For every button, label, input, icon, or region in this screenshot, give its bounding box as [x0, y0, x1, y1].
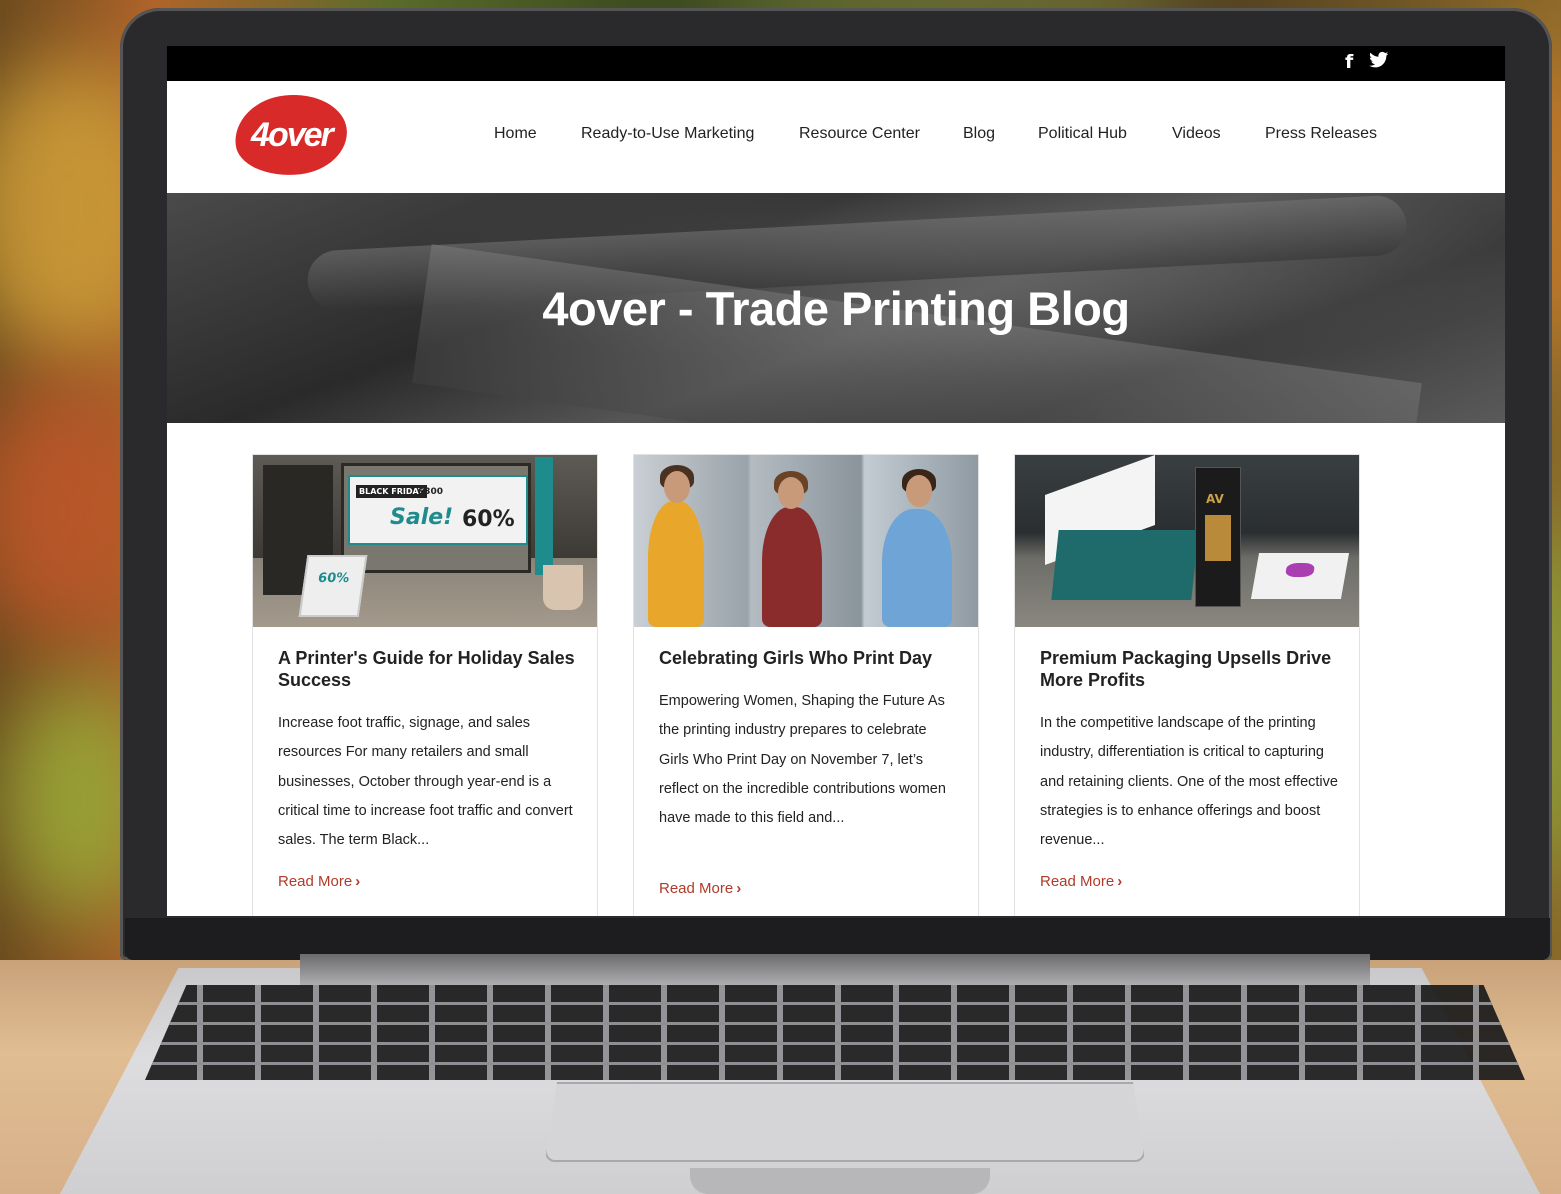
twitter-icon[interactable] [1369, 51, 1389, 74]
banner-sale-text: Sale! [390, 505, 454, 530]
blog-card: AV Premium Packaging Upsells Drive More … [1014, 454, 1360, 916]
post-title[interactable]: A Printer's Guide for Holiday Sales Succ… [278, 647, 578, 691]
main-nav: Home Ready-to-Use Marketing Resource Cen… [167, 125, 1505, 149]
nav-item-videos[interactable]: Videos [1172, 125, 1221, 143]
chevron-right-icon: › [355, 873, 361, 890]
read-more-link[interactable]: Read More › [659, 880, 741, 897]
nav-item-ready-to-use-marketing[interactable]: Ready-to-Use Marketing [581, 125, 754, 143]
nav-item-home[interactable]: Home [494, 125, 537, 143]
hero-banner: 4over - Trade Printing Blog [167, 193, 1505, 423]
bottle-gold-label [1205, 515, 1231, 561]
nav-item-blog[interactable]: Blog [963, 125, 995, 143]
plant-pot [543, 565, 583, 610]
a-frame-percent-text: 60% [317, 571, 351, 586]
person-figure [882, 509, 952, 627]
a-frame-sign: 60% [298, 555, 368, 617]
laptop-hinge [300, 954, 1370, 988]
laptop-screen: f 4over Home Ready-to-Use Marketing Reso… [167, 46, 1505, 916]
person-head [906, 475, 932, 507]
blog-card: Celebrating Girls Who Print Day Empoweri… [633, 454, 979, 916]
nav-item-press-releases[interactable]: Press Releases [1265, 125, 1377, 143]
trackpad [545, 1082, 1145, 1162]
post-thumbnail[interactable]: BLACK FRIDAY $300 Sale! 60% 60% [253, 455, 597, 627]
bottle-label: AV [1206, 492, 1224, 506]
read-more-label: Read More [1040, 873, 1115, 890]
social-bar: f [167, 46, 1505, 81]
nav-item-resource-center[interactable]: Resource Center [799, 125, 920, 143]
post-excerpt: Empowering Women, Shaping the Future As … [659, 693, 946, 827]
laptop-front-lip [690, 1168, 990, 1194]
read-more-label: Read More [278, 873, 353, 890]
post-thumbnail[interactable]: AV [1015, 455, 1359, 627]
white-gift-box [1250, 553, 1350, 599]
chevron-right-icon: › [1117, 873, 1123, 890]
site-header: 4over Home Ready-to-Use Marketing Resour… [167, 81, 1505, 193]
post-thumbnail[interactable] [634, 455, 978, 627]
read-more-label: Read More [659, 880, 734, 897]
nav-item-political-hub[interactable]: Political Hub [1038, 125, 1127, 143]
vertical-banner [535, 457, 553, 575]
banner-price-text: $300 [418, 487, 444, 497]
person-head [778, 477, 804, 509]
person-head [664, 471, 690, 503]
banner-percent-text: 60% [462, 507, 515, 532]
read-more-link[interactable]: Read More › [1040, 873, 1122, 890]
chevron-right-icon: › [736, 880, 742, 897]
blog-card: BLACK FRIDAY $300 Sale! 60% 60% A Printe… [252, 454, 598, 916]
twitter-bird-icon [1369, 51, 1389, 68]
person-figure [762, 507, 822, 627]
gift-box-accent [1284, 563, 1316, 577]
read-more-link[interactable]: Read More › [278, 873, 360, 890]
person-figure [648, 501, 704, 627]
banner-black-friday-text: BLACK FRIDAY [356, 485, 427, 498]
post-excerpt: In the competitive landscape of the prin… [1040, 715, 1338, 849]
page-title: 4over - Trade Printing Blog [542, 282, 1130, 335]
facebook-icon[interactable]: f [1345, 51, 1353, 73]
post-title[interactable]: Celebrating Girls Who Print Day [659, 647, 959, 669]
keyboard-rows [145, 985, 1525, 1080]
sale-banner: BLACK FRIDAY $300 Sale! 60% [348, 475, 528, 545]
post-excerpt: Increase foot traffic, signage, and sale… [278, 715, 573, 849]
packaging-box [1051, 530, 1199, 600]
post-title[interactable]: Premium Packaging Upsells Drive More Pro… [1040, 647, 1340, 691]
